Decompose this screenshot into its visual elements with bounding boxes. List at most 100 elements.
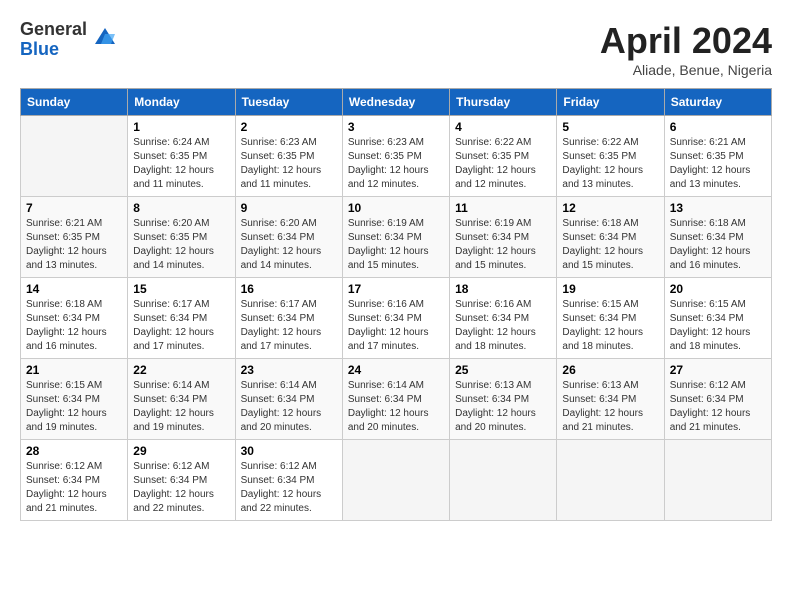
day-number: 21 bbox=[26, 363, 122, 377]
day-number: 26 bbox=[562, 363, 658, 377]
calendar-cell: 4 Sunrise: 6:22 AMSunset: 6:35 PMDaylight… bbox=[450, 116, 557, 197]
calendar-cell bbox=[664, 440, 771, 521]
calendar-cell: 21 Sunrise: 6:15 AMSunset: 6:34 PMDayligh… bbox=[21, 359, 128, 440]
calendar-cell: 14 Sunrise: 6:18 AMSunset: 6:34 PMDayligh… bbox=[21, 278, 128, 359]
calendar-cell: 3 Sunrise: 6:23 AMSunset: 6:35 PMDaylight… bbox=[342, 116, 449, 197]
location: Aliade, Benue, Nigeria bbox=[600, 62, 772, 78]
day-number: 5 bbox=[562, 120, 658, 134]
day-number: 25 bbox=[455, 363, 551, 377]
day-number: 9 bbox=[241, 201, 337, 215]
day-number: 23 bbox=[241, 363, 337, 377]
day-info: Sunrise: 6:20 AMSunset: 6:35 PMDaylight:… bbox=[133, 217, 229, 273]
calendar-cell: 11 Sunrise: 6:19 AMSunset: 6:34 PMDayligh… bbox=[450, 197, 557, 278]
calendar-cell: 20Sunrise: 6:15 AMSunset: 6:34 PMDayligh… bbox=[664, 278, 771, 359]
calendar-cell: 10 Sunrise: 6:19 AMSunset: 6:34 PMDayligh… bbox=[342, 197, 449, 278]
day-info: Sunrise: 6:23 AMSunset: 6:35 PMDaylight:… bbox=[348, 136, 444, 192]
day-number: 6 bbox=[670, 120, 766, 134]
logo-general: General bbox=[20, 20, 87, 40]
calendar-week-row: 1 Sunrise: 6:24 AMSunset: 6:35 PMDaylight… bbox=[21, 116, 772, 197]
day-info: Sunrise: 6:14 AMSunset: 6:34 PMDaylight:… bbox=[348, 379, 444, 435]
day-number: 16 bbox=[241, 282, 337, 296]
calendar-cell bbox=[342, 440, 449, 521]
calendar-cell: 27 Sunrise: 6:12 AMSunset: 6:34 PMDayligh… bbox=[664, 359, 771, 440]
calendar: SundayMondayTuesdayWednesdayThursdayFrid… bbox=[20, 88, 772, 521]
day-number: 18 bbox=[455, 282, 551, 296]
calendar-cell: 19 Sunrise: 6:15 AMSunset: 6:34 PMDayligh… bbox=[557, 278, 664, 359]
day-info: Sunrise: 6:18 AMSunset: 6:34 PMDaylight:… bbox=[670, 217, 766, 273]
day-number: 28 bbox=[26, 444, 122, 458]
day-number: 20 bbox=[670, 282, 766, 296]
day-info: Sunrise: 6:12 AMSunset: 6:34 PMDaylight:… bbox=[26, 460, 122, 516]
calendar-week-row: 21 Sunrise: 6:15 AMSunset: 6:34 PMDayligh… bbox=[21, 359, 772, 440]
day-number: 17 bbox=[348, 282, 444, 296]
calendar-cell: 13Sunrise: 6:18 AMSunset: 6:34 PMDayligh… bbox=[664, 197, 771, 278]
day-info: Sunrise: 6:19 AMSunset: 6:34 PMDaylight:… bbox=[455, 217, 551, 273]
day-info: Sunrise: 6:15 AMSunset: 6:34 PMDaylight:… bbox=[26, 379, 122, 435]
day-info: Sunrise: 6:14 AMSunset: 6:34 PMDaylight:… bbox=[241, 379, 337, 435]
day-info: Sunrise: 6:13 AMSunset: 6:34 PMDaylight:… bbox=[562, 379, 658, 435]
day-number: 24 bbox=[348, 363, 444, 377]
day-info: Sunrise: 6:22 AMSunset: 6:35 PMDaylight:… bbox=[455, 136, 551, 192]
calendar-cell: 24 Sunrise: 6:14 AMSunset: 6:34 PMDayligh… bbox=[342, 359, 449, 440]
column-header-monday: Monday bbox=[128, 89, 235, 116]
logo-blue: Blue bbox=[20, 40, 87, 60]
column-header-saturday: Saturday bbox=[664, 89, 771, 116]
day-number: 10 bbox=[348, 201, 444, 215]
calendar-cell: 2 Sunrise: 6:23 AMSunset: 6:35 PMDaylight… bbox=[235, 116, 342, 197]
calendar-cell: 15 Sunrise: 6:17 AMSunset: 6:34 PMDayligh… bbox=[128, 278, 235, 359]
calendar-cell: 25Sunrise: 6:13 AMSunset: 6:34 PMDayligh… bbox=[450, 359, 557, 440]
column-header-friday: Friday bbox=[557, 89, 664, 116]
logo-icon bbox=[91, 24, 119, 52]
day-info: Sunrise: 6:19 AMSunset: 6:34 PMDaylight:… bbox=[348, 217, 444, 273]
day-number: 2 bbox=[241, 120, 337, 134]
day-info: Sunrise: 6:12 AMSunset: 6:34 PMDaylight:… bbox=[670, 379, 766, 435]
day-info: Sunrise: 6:14 AMSunset: 6:34 PMDaylight:… bbox=[133, 379, 229, 435]
day-number: 3 bbox=[348, 120, 444, 134]
day-info: Sunrise: 6:24 AMSunset: 6:35 PMDaylight:… bbox=[133, 136, 229, 192]
title-area: April 2024 Aliade, Benue, Nigeria bbox=[600, 20, 772, 78]
calendar-cell: 23 Sunrise: 6:14 AMSunset: 6:34 PMDayligh… bbox=[235, 359, 342, 440]
day-info: Sunrise: 6:12 AMSunset: 6:34 PMDaylight:… bbox=[241, 460, 337, 516]
calendar-cell: 22 Sunrise: 6:14 AMSunset: 6:34 PMDayligh… bbox=[128, 359, 235, 440]
day-info: Sunrise: 6:20 AMSunset: 6:34 PMDaylight:… bbox=[241, 217, 337, 273]
calendar-cell: 7Sunrise: 6:21 AMSunset: 6:35 PMDaylight… bbox=[21, 197, 128, 278]
day-number: 14 bbox=[26, 282, 122, 296]
calendar-cell: 12Sunrise: 6:18 AMSunset: 6:34 PMDayligh… bbox=[557, 197, 664, 278]
calendar-week-row: 28 Sunrise: 6:12 AMSunset: 6:34 PMDayligh… bbox=[21, 440, 772, 521]
day-number: 27 bbox=[670, 363, 766, 377]
calendar-cell bbox=[21, 116, 128, 197]
calendar-week-row: 7Sunrise: 6:21 AMSunset: 6:35 PMDaylight… bbox=[21, 197, 772, 278]
day-number: 7 bbox=[26, 201, 122, 215]
calendar-cell: 9 Sunrise: 6:20 AMSunset: 6:34 PMDaylight… bbox=[235, 197, 342, 278]
calendar-cell: 18 Sunrise: 6:16 AMSunset: 6:34 PMDayligh… bbox=[450, 278, 557, 359]
calendar-week-row: 14 Sunrise: 6:18 AMSunset: 6:34 PMDayligh… bbox=[21, 278, 772, 359]
day-info: Sunrise: 6:12 AMSunset: 6:34 PMDaylight:… bbox=[133, 460, 229, 516]
column-header-sunday: Sunday bbox=[21, 89, 128, 116]
logo-text: General Blue bbox=[20, 20, 87, 60]
day-number: 1 bbox=[133, 120, 229, 134]
calendar-cell: 28 Sunrise: 6:12 AMSunset: 6:34 PMDayligh… bbox=[21, 440, 128, 521]
day-info: Sunrise: 6:16 AMSunset: 6:34 PMDaylight:… bbox=[455, 298, 551, 354]
day-number: 22 bbox=[133, 363, 229, 377]
column-header-wednesday: Wednesday bbox=[342, 89, 449, 116]
day-number: 8 bbox=[133, 201, 229, 215]
day-number: 15 bbox=[133, 282, 229, 296]
day-number: 29 bbox=[133, 444, 229, 458]
column-header-thursday: Thursday bbox=[450, 89, 557, 116]
header: General Blue April 2024 Aliade, Benue, N… bbox=[20, 20, 772, 78]
calendar-cell: 5Sunrise: 6:22 AMSunset: 6:35 PMDaylight… bbox=[557, 116, 664, 197]
day-info: Sunrise: 6:23 AMSunset: 6:35 PMDaylight:… bbox=[241, 136, 337, 192]
day-number: 4 bbox=[455, 120, 551, 134]
day-info: Sunrise: 6:18 AMSunset: 6:34 PMDaylight:… bbox=[26, 298, 122, 354]
day-info: Sunrise: 6:15 AMSunset: 6:34 PMDaylight:… bbox=[562, 298, 658, 354]
calendar-cell bbox=[557, 440, 664, 521]
day-info: Sunrise: 6:17 AMSunset: 6:34 PMDaylight:… bbox=[241, 298, 337, 354]
day-info: Sunrise: 6:21 AMSunset: 6:35 PMDaylight:… bbox=[670, 136, 766, 192]
day-number: 11 bbox=[455, 201, 551, 215]
calendar-cell: 26 Sunrise: 6:13 AMSunset: 6:34 PMDayligh… bbox=[557, 359, 664, 440]
month-title: April 2024 bbox=[600, 20, 772, 62]
day-info: Sunrise: 6:17 AMSunset: 6:34 PMDaylight:… bbox=[133, 298, 229, 354]
calendar-cell: 1 Sunrise: 6:24 AMSunset: 6:35 PMDaylight… bbox=[128, 116, 235, 197]
calendar-cell: 16 Sunrise: 6:17 AMSunset: 6:34 PMDayligh… bbox=[235, 278, 342, 359]
day-number: 19 bbox=[562, 282, 658, 296]
